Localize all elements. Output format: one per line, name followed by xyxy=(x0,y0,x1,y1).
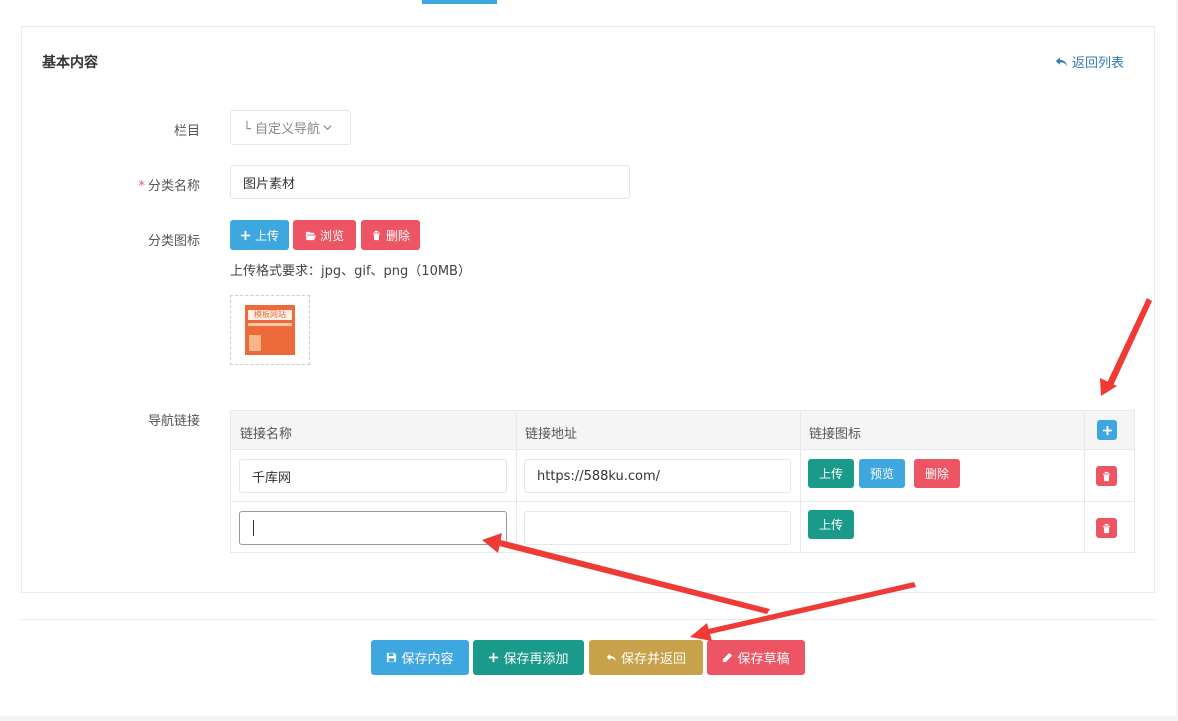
panel-title: 基本内容 xyxy=(42,55,98,71)
save-and-add-label: 保存再添加 xyxy=(503,652,569,667)
category-name-label: * 分类名称 xyxy=(40,175,200,194)
chevron-down-icon xyxy=(323,125,332,131)
upload-icon-button[interactable]: 上传 xyxy=(230,220,289,250)
upload-button-label: 上传 xyxy=(254,228,279,243)
floppy-disk-icon xyxy=(387,652,397,663)
category-icon-thumbnail: 模板网站 xyxy=(245,305,295,355)
column-header-link-name: 链接名称 xyxy=(240,427,293,442)
column-label: 栏目 xyxy=(173,124,200,139)
link-icon-upload-button[interactable]: 上传 xyxy=(808,510,854,539)
plus-icon xyxy=(489,652,499,663)
table-header-row xyxy=(231,411,1134,450)
link-icon-upload-button[interactable]: 上传 xyxy=(808,459,854,488)
folder-open-icon xyxy=(305,231,316,240)
link-name-input[interactable]: 千库网 xyxy=(239,459,507,493)
pencil-icon xyxy=(723,652,733,663)
footer-divider xyxy=(21,619,1155,620)
link-name-value: 千库网 xyxy=(252,470,292,486)
back-link-label: 返回列表 xyxy=(1071,56,1124,71)
required-mark: * xyxy=(138,179,145,194)
link-url-value: https://588ku.com/ xyxy=(537,468,661,484)
column-divider xyxy=(1084,411,1085,552)
column-divider xyxy=(516,411,517,552)
category-name-input[interactable]: 图片素材 xyxy=(230,165,630,199)
category-icon-label: 分类图标 xyxy=(147,234,200,249)
page: 基本内容 返回列表 栏目 └ 自定义导航 * 分类名称 图片素材 分类图标 上传 … xyxy=(0,0,1176,716)
category-name-label-text: 分类名称 xyxy=(147,179,200,194)
row-divider xyxy=(231,501,1134,502)
delete-link-row-button[interactable] xyxy=(1096,518,1117,538)
reply-icon xyxy=(606,654,617,662)
save-content-button[interactable]: 保存内容 xyxy=(371,640,469,675)
delete-link-row-button[interactable] xyxy=(1096,466,1117,486)
plus-icon xyxy=(240,230,251,240)
trash-icon xyxy=(1102,523,1111,533)
link-icon-preview-button[interactable]: 预览 xyxy=(859,459,905,488)
content-panel: 基本内容 返回列表 栏目 └ 自定义导航 * 分类名称 图片素材 分类图标 上传 … xyxy=(21,26,1155,593)
save-and-return-button[interactable]: 保存并返回 xyxy=(589,640,703,675)
link-url-input[interactable] xyxy=(524,511,791,545)
reply-icon xyxy=(1055,57,1068,67)
nav-link-table: 链接名称 链接地址 链接图标 千库网 https://588ku.com/ 上传… xyxy=(230,410,1135,553)
upload-hint: 上传格式要求：jpg、gif、png（10MB） xyxy=(230,264,471,279)
trash-icon xyxy=(372,230,381,240)
save-and-add-button[interactable]: 保存再添加 xyxy=(473,640,584,675)
link-name-input-focused[interactable] xyxy=(239,511,507,545)
trash-icon xyxy=(1102,471,1111,481)
browse-button-label: 浏览 xyxy=(319,228,344,243)
save-content-label: 保存内容 xyxy=(401,652,454,667)
back-to-list-link[interactable]: 返回列表 xyxy=(1055,52,1124,71)
column-header-link-icon: 链接图标 xyxy=(809,427,862,442)
save-draft-label: 保存草稿 xyxy=(737,652,790,667)
link-icon-delete-button[interactable]: 删除 xyxy=(914,459,960,488)
icon-preview-box: 模板网站 xyxy=(230,295,310,365)
column-header-link-url: 链接地址 xyxy=(525,427,578,442)
add-link-row-button[interactable] xyxy=(1097,420,1117,440)
column-select[interactable]: └ 自定义导航 xyxy=(230,110,351,145)
link-url-input[interactable]: https://588ku.com/ xyxy=(524,459,791,493)
category-name-value: 图片素材 xyxy=(243,176,296,192)
column-divider xyxy=(800,411,801,552)
active-tab-indicator xyxy=(422,0,497,4)
save-and-return-label: 保存并返回 xyxy=(620,652,686,667)
nav-links-label: 导航链接 xyxy=(147,414,200,429)
plus-icon xyxy=(1102,425,1112,435)
column-select-value: └ 自定义导航 xyxy=(243,122,320,137)
delete-icon-button[interactable]: 删除 xyxy=(361,220,420,250)
thumbnail-mark xyxy=(249,335,261,351)
thumbnail-stripe xyxy=(248,323,292,326)
delete-button-label: 删除 xyxy=(385,228,410,243)
browse-button[interactable]: 浏览 xyxy=(293,220,356,250)
save-draft-button[interactable]: 保存草稿 xyxy=(707,640,805,675)
thumbnail-caption: 模板网站 xyxy=(248,310,292,320)
text-cursor xyxy=(253,520,254,536)
